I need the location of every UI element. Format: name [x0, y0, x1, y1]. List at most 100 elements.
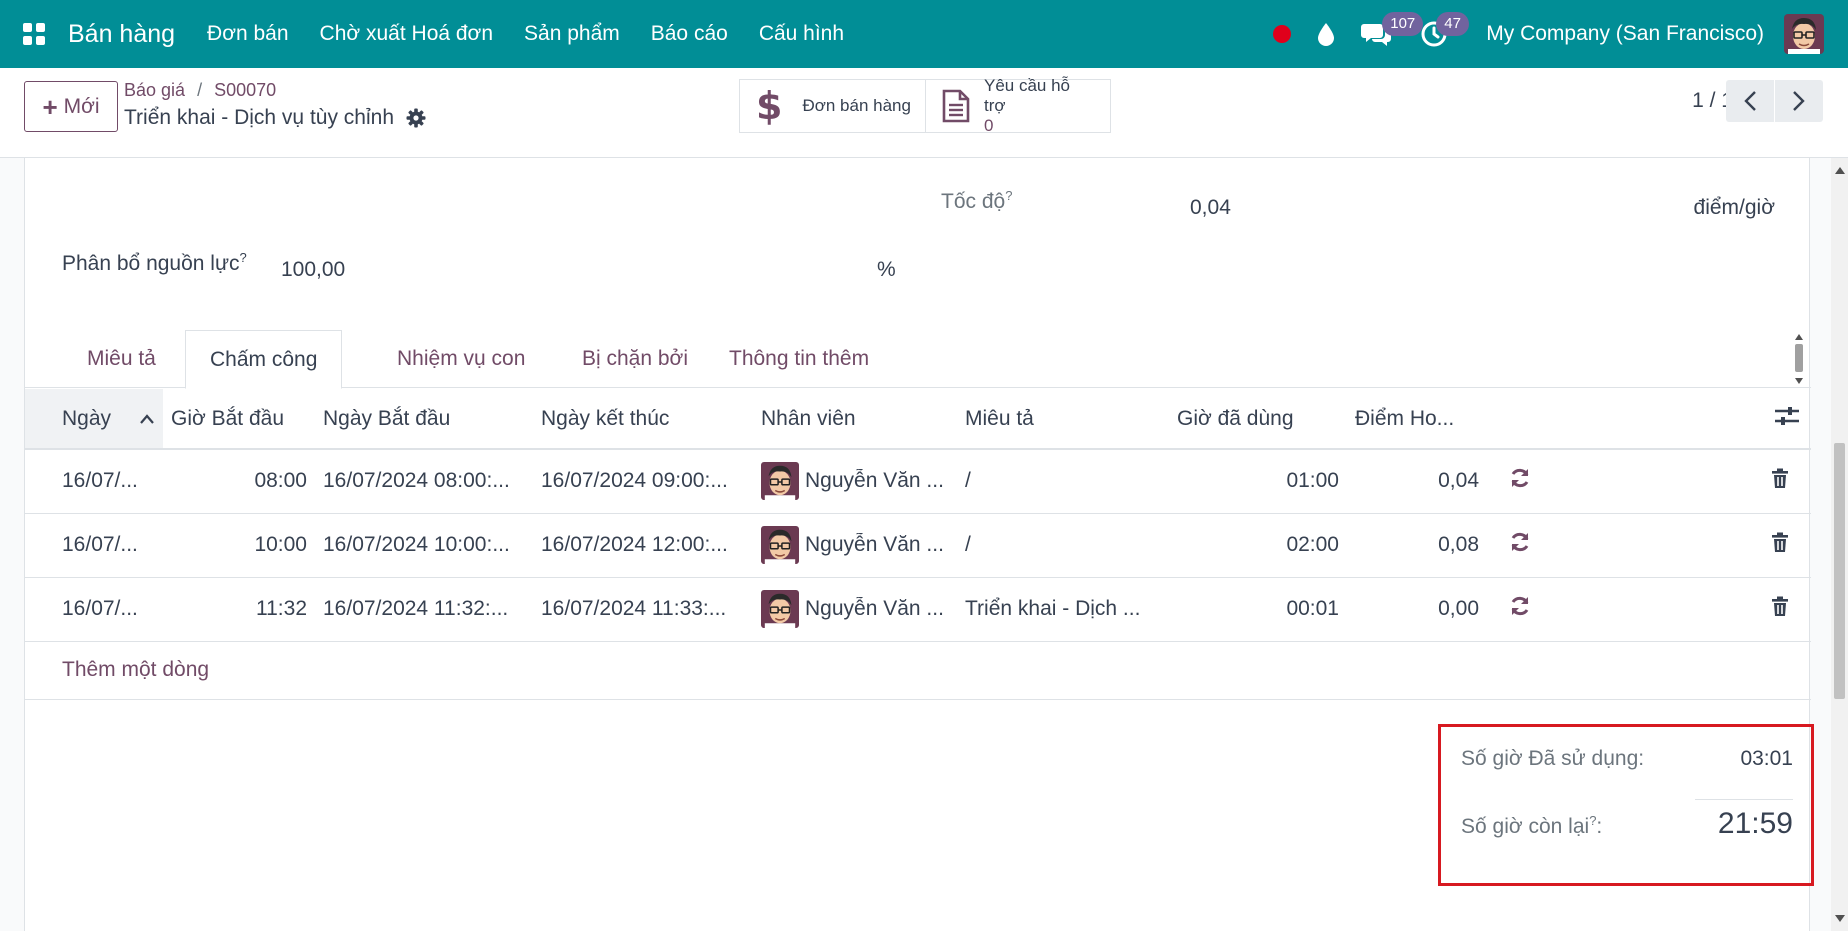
document-icon: [942, 89, 970, 123]
pager-next-button[interactable]: [1775, 80, 1823, 122]
help-tooltip-icon[interactable]: ?: [1589, 813, 1596, 828]
cell-end-date[interactable]: 16/07/2024 11:33:...: [533, 577, 753, 642]
breadcrumb: Báo giá / S00070: [124, 80, 277, 100]
cell-delete: [1607, 513, 1811, 578]
cell-employee[interactable]: Nguyễn Văn ...: [753, 513, 957, 578]
tickets-smart-button[interactable]: Yêu cầu hỗ trợ 0: [926, 76, 1110, 135]
column-date[interactable]: Ngày: [25, 389, 163, 450]
sliders-icon: [1775, 406, 1799, 425]
app-brand[interactable]: Bán hàng: [68, 20, 175, 49]
hours-remaining-label: Số giờ còn lại?:: [1461, 813, 1603, 838]
column-hours-spent[interactable]: Giờ đã dùng: [1169, 389, 1347, 450]
cell-date[interactable]: 16/07/...: [25, 449, 163, 514]
cell-points[interactable]: 0,00: [1347, 577, 1487, 642]
cell-employee[interactable]: Nguyễn Văn ...: [753, 577, 957, 642]
menu-configuration[interactable]: Cấu hình: [759, 22, 844, 46]
user-avatar[interactable]: [1784, 14, 1824, 54]
column-start-date[interactable]: Ngày Bắt đầu: [315, 389, 533, 450]
sale-order-smart-button[interactable]: $ Đơn bán hàng: [740, 80, 926, 132]
cell-date[interactable]: 16/07/...: [25, 513, 163, 578]
apps-menu-icon[interactable]: [0, 0, 68, 68]
tab-description[interactable]: Miêu tả: [63, 330, 180, 388]
employee-avatar: [761, 590, 799, 628]
dollar-icon: $: [756, 84, 783, 128]
cell-points[interactable]: 0,04: [1347, 449, 1487, 514]
refresh-icon[interactable]: [1509, 467, 1531, 489]
help-tooltip-icon[interactable]: ?: [240, 250, 247, 265]
cell-description[interactable]: Triển khai - Dịch ...: [957, 577, 1169, 642]
table-row[interactable]: 16/07/... 08:00 16/07/2024 08:00:... 16/…: [25, 449, 1811, 514]
new-button[interactable]: + Mới: [24, 81, 118, 132]
cell-points[interactable]: 0,08: [1347, 513, 1487, 578]
tab-timesheets[interactable]: Chấm công: [185, 330, 343, 389]
chevron-right-icon: [1793, 91, 1805, 111]
speed-label: Tốc độ?: [941, 188, 1013, 213]
control-panel: + Mới Báo giá / S00070 Triển khai - Dịch v…: [0, 68, 1848, 158]
cell-refresh: [1487, 577, 1607, 642]
menu-orders[interactable]: Đơn bán: [207, 22, 289, 46]
messages-icon[interactable]: 107: [1350, 0, 1424, 68]
allocation-value[interactable]: 100,00: [281, 258, 345, 282]
tab-subtasks[interactable]: Nhiệm vụ con: [373, 330, 549, 388]
cell-start-time[interactable]: 11:32: [163, 577, 315, 642]
cell-start-date[interactable]: 16/07/2024 11:32:...: [315, 577, 533, 642]
cell-start-date[interactable]: 16/07/2024 08:00:...: [315, 449, 533, 514]
cell-employee[interactable]: Nguyễn Văn ...: [753, 449, 957, 514]
notebook-tabs: Miêu tả Chấm công Nhiệm vụ con Bị chặn b…: [25, 330, 1811, 389]
menu-reporting[interactable]: Báo cáo: [651, 22, 728, 46]
column-end-date[interactable]: Ngày kết thúc: [533, 389, 753, 450]
company-switcher[interactable]: My Company (San Francisco): [1486, 22, 1764, 46]
cell-start-time[interactable]: 08:00: [163, 449, 315, 514]
tab-extra-info[interactable]: Thông tin thêm: [705, 330, 893, 388]
timesheet-table: Ngày Giờ Bắt đầu Ngày Bắt đầu Ngày kết t…: [25, 389, 1811, 700]
menu-to-invoice[interactable]: Chờ xuất Hoá đơn: [320, 22, 493, 46]
allocation-label: Phân bổ nguồn lực?: [62, 250, 247, 275]
cell-hours-spent[interactable]: 01:00: [1169, 449, 1347, 514]
speed-value[interactable]: 0,04: [1190, 196, 1231, 220]
cell-hours-spent[interactable]: 00:01: [1169, 577, 1347, 642]
cell-description[interactable]: /: [957, 513, 1169, 578]
pager-previous-button[interactable]: [1726, 80, 1774, 122]
form-view: Tốc độ? 0,04 điểm/giờ Phân bổ nguồn lực?…: [0, 158, 1848, 931]
cell-hours-spent[interactable]: 02:00: [1169, 513, 1347, 578]
hours-used-value: 03:01: [1740, 747, 1793, 770]
smart-buttons: $ Đơn bán hàng Yêu cầu hỗ trợ 0: [739, 76, 1111, 135]
cell-description[interactable]: /: [957, 449, 1169, 514]
column-description[interactable]: Miêu tả: [957, 389, 1169, 450]
table-row[interactable]: 16/07/... 11:32 16/07/2024 11:32:... 16/…: [25, 577, 1811, 642]
new-button-label: Mới: [63, 94, 100, 118]
record-title: Triển khai - Dịch vụ tùy chỉnh: [124, 106, 426, 130]
tabs-scrollbar[interactable]: [1793, 330, 1805, 388]
drop-icon[interactable]: [1302, 0, 1350, 68]
column-start-time[interactable]: Giờ Bắt đầu: [163, 389, 315, 450]
cell-end-date[interactable]: 16/07/2024 09:00:...: [533, 449, 753, 514]
breadcrumb-order[interactable]: S00070: [214, 80, 276, 100]
sale-order-label: Đơn bán hàng: [802, 96, 911, 115]
optional-columns-toggle[interactable]: [1607, 389, 1811, 450]
trash-icon[interactable]: [1771, 468, 1789, 489]
cell-start-date[interactable]: 16/07/2024 10:00:...: [315, 513, 533, 578]
allocation-unit: %: [877, 258, 896, 281]
trash-icon[interactable]: [1771, 532, 1789, 553]
tickets-count: 0: [984, 116, 994, 135]
refresh-icon[interactable]: [1509, 531, 1531, 553]
summary-divider: [1695, 799, 1793, 800]
breadcrumb-quotations[interactable]: Báo giá: [124, 80, 185, 100]
cell-start-time[interactable]: 10:00: [163, 513, 315, 578]
trash-icon[interactable]: [1771, 596, 1789, 617]
add-line-link[interactable]: Thêm một dòng: [62, 658, 209, 681]
table-row[interactable]: 16/07/... 10:00 16/07/2024 10:00:... 16/…: [25, 513, 1811, 578]
activities-icon[interactable]: 47: [1402, 0, 1469, 68]
recording-status-icon[interactable]: [1262, 0, 1302, 68]
refresh-icon[interactable]: [1509, 595, 1531, 617]
cell-date[interactable]: 16/07/...: [25, 577, 163, 642]
help-tooltip-icon[interactable]: ?: [1005, 188, 1012, 203]
tab-blocked-by[interactable]: Bị chặn bởi: [558, 330, 712, 388]
column-points[interactable]: Điểm Ho...: [1347, 389, 1487, 450]
gear-icon[interactable]: [406, 108, 426, 128]
top-navbar: Bán hàng Đơn bán Chờ xuất Hoá đơn Sản ph…: [0, 0, 1848, 68]
page-scrollbar[interactable]: [1831, 158, 1848, 931]
column-employee[interactable]: Nhân viên: [753, 389, 957, 450]
cell-end-date[interactable]: 16/07/2024 12:00:...: [533, 513, 753, 578]
menu-products[interactable]: Sản phẩm: [524, 22, 620, 46]
